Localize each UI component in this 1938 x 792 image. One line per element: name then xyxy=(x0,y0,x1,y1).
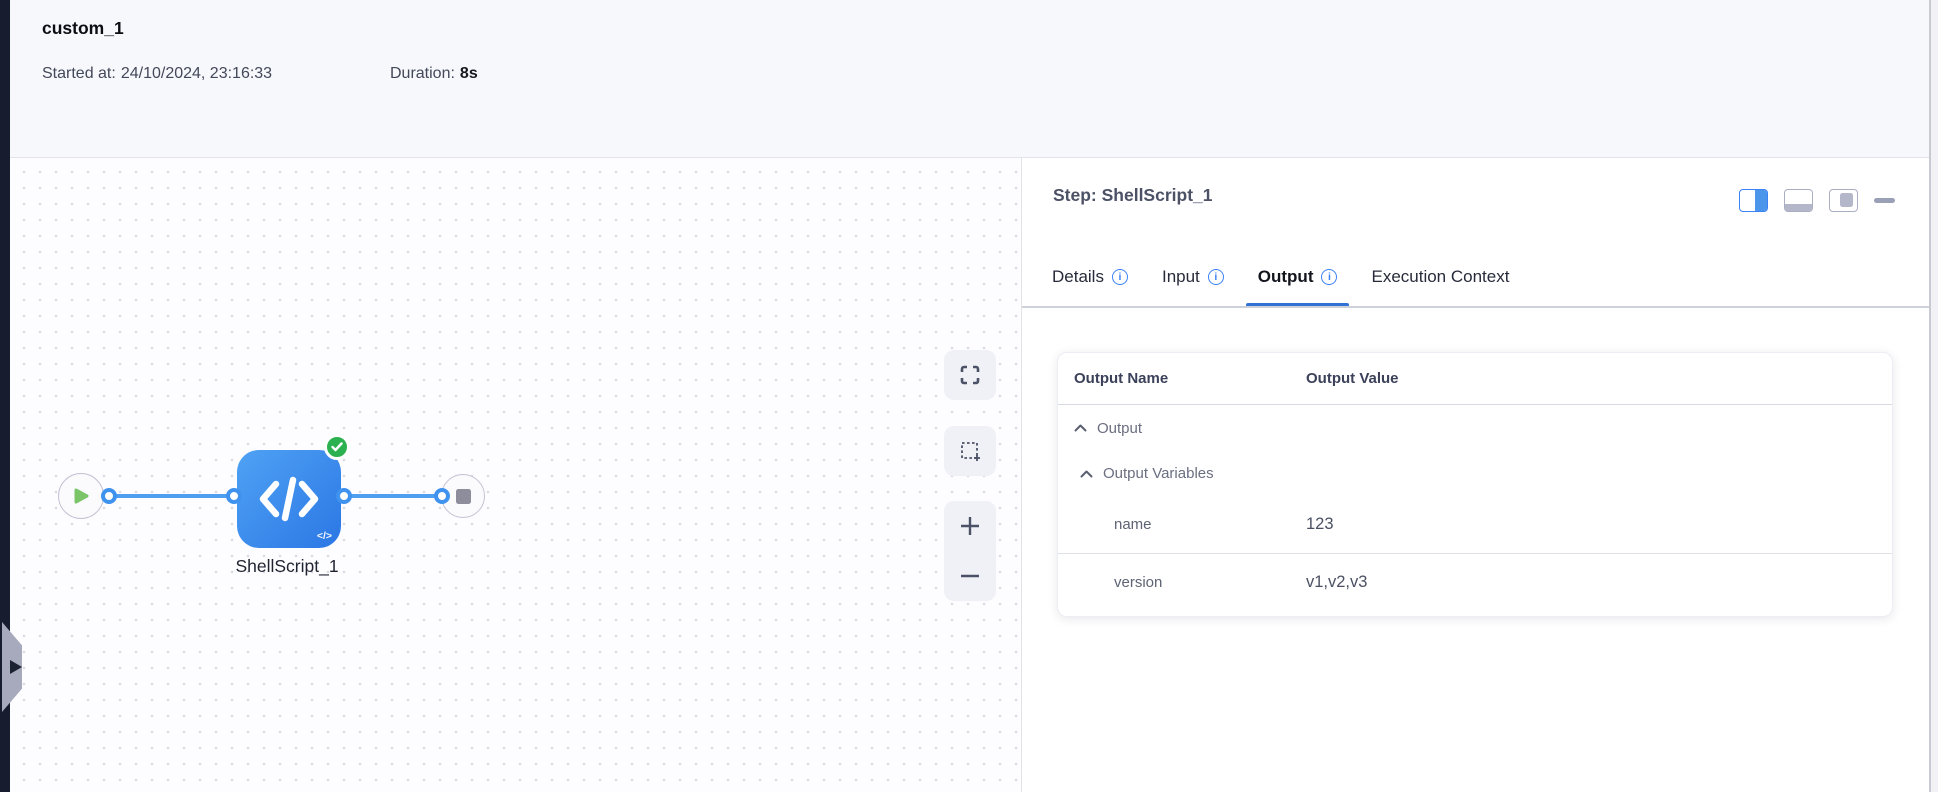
edge-start-to-node xyxy=(109,494,234,498)
workflow-title: custom_1 xyxy=(42,18,124,38)
code-icon xyxy=(259,476,319,522)
duration-text: Duration: 8s xyxy=(390,65,478,83)
port-ring xyxy=(336,488,352,504)
scrollbar-track[interactable] xyxy=(1929,0,1931,792)
zoom-in-button[interactable] xyxy=(944,501,996,551)
column-output-value: Output Value xyxy=(1306,370,1399,387)
port-ring xyxy=(434,488,450,504)
info-icon[interactable]: i xyxy=(1111,268,1128,285)
fit-view-button[interactable] xyxy=(944,350,996,400)
duration-value: 8s xyxy=(459,65,478,82)
zoom-out-button[interactable] xyxy=(944,551,996,601)
group-row-output-variables[interactable]: Output Variables xyxy=(1058,451,1892,496)
group-label: Output xyxy=(1097,419,1143,437)
box-select-icon xyxy=(961,442,980,461)
shellscript-node[interactable]: </> xyxy=(237,450,341,548)
table-row: version v1,v2,v3 xyxy=(1058,553,1892,611)
port-ring xyxy=(101,488,117,504)
workflow-run-page: custom_1 Started at: 24/10/2024, 23:16:33… xyxy=(0,0,1938,792)
tab-details[interactable]: Details i xyxy=(1052,246,1128,307)
workflow-canvas[interactable]: </> ShellScript_1 xyxy=(10,158,1022,792)
group-label: Output Variables xyxy=(1103,465,1214,482)
tab-output[interactable]: Output i xyxy=(1245,246,1350,307)
play-icon xyxy=(74,488,88,504)
duration-label: Duration: xyxy=(390,65,455,82)
table-header-row: Output Name Output Value xyxy=(1058,353,1892,405)
start-node[interactable] xyxy=(58,473,104,519)
layout-split-bottom-icon[interactable] xyxy=(1784,189,1813,212)
run-header: custom_1 Started at: 24/10/2024, 23:16:33… xyxy=(10,0,1929,158)
column-output-name: Output Name xyxy=(1074,370,1169,387)
step-panel: Step: ShellScript_1 Details i Input i Ou… xyxy=(1022,158,1929,792)
output-name: version xyxy=(1114,574,1163,591)
layout-floating-panel-icon[interactable] xyxy=(1829,189,1858,212)
started-at-label: Started at: xyxy=(42,65,116,82)
node-label: ShellScript_1 xyxy=(235,556,339,576)
minimize-panel-icon[interactable] xyxy=(1874,198,1895,203)
panel-layout-controls xyxy=(1739,189,1895,212)
stop-icon xyxy=(455,488,471,504)
output-value: 123 xyxy=(1306,515,1334,533)
chevron-up-icon[interactable] xyxy=(1080,470,1093,478)
chevron-up-icon[interactable] xyxy=(1074,424,1087,432)
step-panel-title: Step: ShellScript_1 xyxy=(1053,185,1213,205)
group-row-output[interactable]: Output xyxy=(1058,405,1892,451)
tab-input[interactable]: Input i xyxy=(1162,246,1224,307)
plus-icon xyxy=(961,517,979,535)
tab-execution-context[interactable]: Execution Context xyxy=(1371,246,1509,307)
info-icon[interactable]: i xyxy=(1207,268,1224,285)
info-icon[interactable]: i xyxy=(1321,268,1338,285)
output-value: v1,v2,v3 xyxy=(1306,573,1368,591)
zoom-controls xyxy=(944,501,996,601)
started-at-text: Started at: 24/10/2024, 23:16:33 xyxy=(42,65,272,83)
edge-node-to-end xyxy=(344,494,442,498)
minus-icon xyxy=(961,574,979,578)
box-select-button[interactable] xyxy=(944,426,996,476)
table-row: name 123 xyxy=(1058,496,1892,553)
fit-view-icon xyxy=(960,365,980,385)
right-arrow-icon xyxy=(10,660,22,674)
output-name: name xyxy=(1114,516,1152,533)
layout-split-right-icon[interactable] xyxy=(1739,189,1768,212)
success-check-icon xyxy=(324,434,350,460)
output-table-card: Output Name Output Value Output Output V… xyxy=(1057,352,1893,617)
tabs-bar: Details i Input i Output i Execution Con… xyxy=(1052,246,1509,307)
code-badge-icon: </> xyxy=(316,530,332,542)
port-ring xyxy=(226,488,242,504)
tabs-divider xyxy=(1022,306,1929,308)
started-at-value: 24/10/2024, 23:16:33 xyxy=(120,65,273,82)
